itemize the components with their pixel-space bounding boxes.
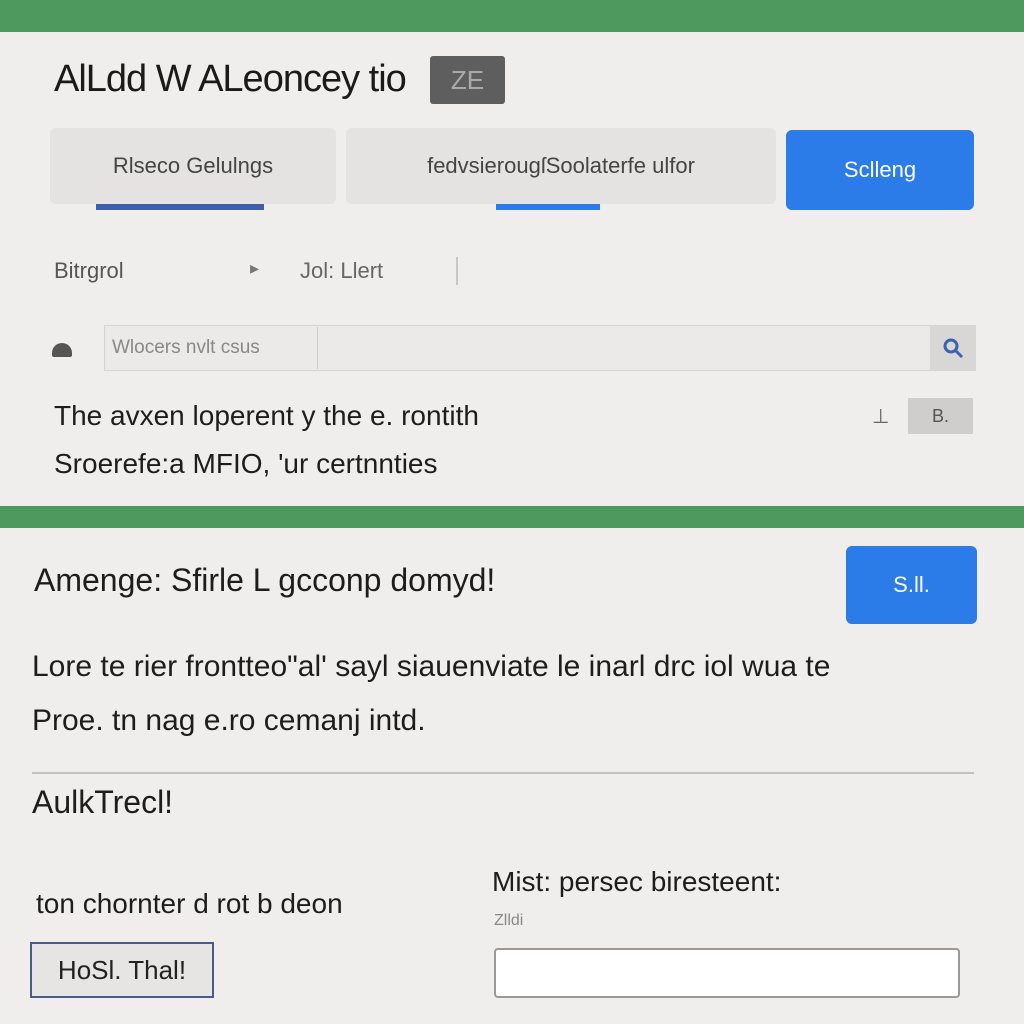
info-action-label: B.	[931, 405, 949, 426]
filter-divider	[456, 257, 458, 285]
tab-general-underline	[96, 204, 264, 210]
form-hint-right: Zlldi	[494, 912, 524, 929]
top-accent-bar	[0, 0, 1024, 32]
section-divider	[32, 772, 974, 774]
tab-label: fedvsierougſSoolaterfe ulfor	[427, 153, 695, 178]
section-paragraph-2: Proe. tn nag e.ro cemanj intd.	[32, 704, 426, 737]
form-secondary-label: HoSl. Thal!	[57, 954, 187, 985]
form-heading: AulkTrecl!	[32, 784, 174, 820]
tab-details[interactable]: fedvsierougſSoolaterfe ulfor	[346, 128, 776, 204]
section-paragraph-1: Lore te rier frontteo"al' sayl siauenvia…	[32, 650, 831, 683]
tab-general[interactable]: Rlseco Gelulngs	[50, 128, 336, 204]
form-label-right: Mist: persec biresteent:	[492, 866, 782, 897]
info-marker-icon: ⊥	[872, 406, 890, 428]
filter-label: Bitrgrol	[54, 258, 124, 283]
page-title: AlLdd W ALeoncey tio	[54, 58, 407, 100]
section-heading: Amenge: Sfirle L gcconp domyd!	[34, 562, 496, 598]
search-icon[interactable]	[930, 326, 976, 370]
info-action-button[interactable]: B.	[908, 398, 973, 434]
section-accent-bar	[0, 506, 1024, 528]
form-text-input[interactable]	[494, 948, 960, 998]
tab-label: Rlseco Gelulngs	[112, 153, 274, 178]
info-line-2: Sroerefe:a MFIO, 'ur certnnties	[54, 448, 438, 479]
form-label-left: ton chornter d rot b deon	[36, 888, 343, 919]
section-action-label: S.ll.	[893, 572, 930, 597]
title-badge: ZE	[430, 56, 505, 104]
user-icon	[52, 343, 72, 357]
filter-arrow-icon[interactable]: ▸	[250, 258, 259, 279]
info-line-1: The avxen loperent y the e. rontith	[54, 400, 479, 431]
primary-action-button[interactable]: Sclleng	[786, 130, 974, 210]
filter-value[interactable]: Jol: Llert	[300, 258, 383, 284]
primary-action-label: Sclleng	[843, 157, 917, 182]
section-action-button[interactable]: S.ll.	[846, 546, 977, 624]
form-secondary-button[interactable]: HoSl. Thal!	[30, 942, 214, 998]
search-prefix: Wlocers nvlt csus	[106, 327, 318, 369]
tab-details-underline	[496, 204, 600, 210]
